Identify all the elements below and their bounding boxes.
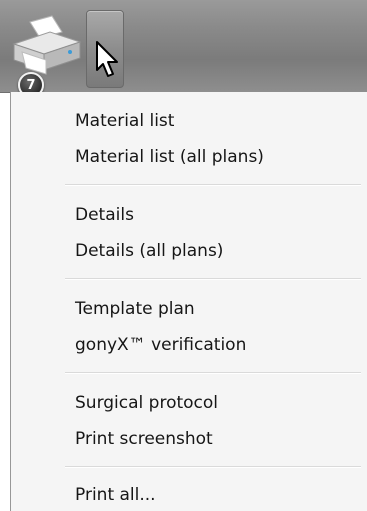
menu-item-print-screenshot[interactable]: Print screenshot (75, 426, 213, 452)
menu-item-gonyx-verification[interactable]: gonyX™ verification (75, 332, 246, 358)
menu-item-material-list[interactable]: Material list (75, 108, 174, 134)
menu-separator (65, 278, 361, 280)
toolbar: 7 (0, 0, 367, 98)
print-button[interactable]: 7 (8, 12, 90, 98)
menu-item-material-list-all-plans[interactable]: Material list (all plans) (75, 144, 264, 170)
print-dropdown-menu: Material list Material list (all plans) … (10, 92, 367, 511)
menu-separator (65, 184, 361, 186)
mouse-cursor-icon (96, 41, 118, 77)
menu-separator (65, 372, 361, 374)
printer-icon (12, 15, 82, 75)
menu-item-surgical-protocol[interactable]: Surgical protocol (75, 390, 218, 416)
menu-item-details-all-plans[interactable]: Details (all plans) (75, 238, 223, 264)
menu-separator (65, 466, 361, 468)
menu-item-print-all[interactable]: Print all... (75, 482, 156, 508)
menu-item-details[interactable]: Details (75, 202, 134, 228)
menu-item-template-plan[interactable]: Template plan (75, 296, 195, 322)
